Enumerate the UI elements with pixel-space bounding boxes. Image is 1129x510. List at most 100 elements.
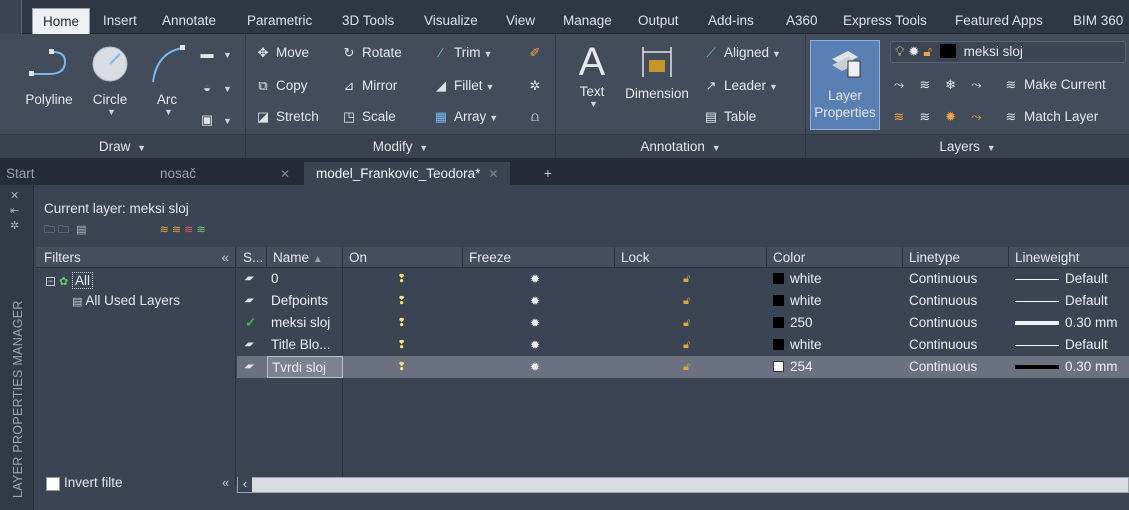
autohide-icon[interactable]: ⇤ bbox=[10, 204, 19, 219]
bulb-on-icon[interactable]: ❢ bbox=[397, 356, 417, 378]
collapse-filters-icon[interactable]: « bbox=[221, 247, 229, 268]
layer-dropdown[interactable]: 💡︎ ✹ 🔓︎ meksi sloj bbox=[890, 41, 1126, 63]
close-nosac-icon[interactable]: ✕ bbox=[272, 162, 290, 185]
make-current-button[interactable]: ≋ Make Current bbox=[1002, 75, 1106, 95]
new-property-filter-icon[interactable]: 🗀︎ bbox=[44, 224, 55, 236]
tab-nosac[interactable]: nosač bbox=[160, 162, 196, 185]
layer-lineweight[interactable]: Default bbox=[1015, 290, 1127, 312]
layer-name[interactable]: 0 bbox=[267, 268, 343, 290]
tab-model-frankovic-teodora[interactable]: model_Frankovic_Teodora* ✕ bbox=[304, 162, 511, 185]
tab-annotate[interactable]: Annotate bbox=[162, 8, 216, 34]
layer-color[interactable]: white bbox=[773, 334, 903, 356]
modify-panel-title[interactable]: Modify ▼ bbox=[246, 134, 555, 158]
layer-walk-icon[interactable]: ≋ bbox=[890, 108, 908, 126]
bulb-on-icon[interactable]: ❢ bbox=[397, 290, 417, 312]
array-button[interactable]: ▦ Array ▼ bbox=[432, 107, 498, 128]
tab-bim-360[interactable]: BIM 360 bbox=[1073, 8, 1123, 34]
fillet-button[interactable]: ◢ Fillet ▼ bbox=[432, 76, 494, 97]
layer-row[interactable]: ▰ Tvrdi sloj ❢ ✹ 🔓︎ 254 Continuous 0.30 mm bbox=[237, 356, 1129, 378]
layer-thaw-icon[interactable]: ✹ bbox=[942, 108, 960, 126]
scale-button[interactable]: ◳ Scale bbox=[340, 107, 396, 127]
unlock-icon[interactable]: 🔓︎ bbox=[683, 290, 703, 312]
new-group-filter-icon[interactable]: 🗀︎ bbox=[58, 224, 69, 236]
layer-unlock-icon[interactable]: ⤳ bbox=[967, 108, 985, 126]
circle-dropdown-icon[interactable]: ▼ bbox=[89, 107, 134, 117]
layer-color[interactable]: 254 bbox=[773, 356, 903, 378]
new-layer-icon[interactable]: ≋ bbox=[160, 224, 169, 236]
layer-name[interactable]: meksi sloj bbox=[267, 312, 343, 334]
tab-insert[interactable]: Insert bbox=[103, 8, 137, 34]
line-tool-button[interactable]: ▬ ▼ bbox=[198, 44, 232, 65]
close-icon[interactable]: ✕ bbox=[10, 189, 19, 204]
layer-linetype[interactable]: Continuous bbox=[909, 268, 1009, 290]
layer-linetype[interactable]: Continuous bbox=[909, 290, 1009, 312]
layer-previous-icon[interactable]: ≋ bbox=[916, 108, 934, 126]
explode-button[interactable]: ✲ bbox=[526, 76, 548, 96]
bulb-on-icon[interactable]: ❢ bbox=[397, 268, 417, 290]
layer-lineweight[interactable]: 0.30 mm bbox=[1015, 312, 1127, 334]
layer-color[interactable]: white bbox=[773, 268, 903, 290]
tab-home[interactable]: Home bbox=[32, 8, 91, 34]
layer-row[interactable]: ▰ Defpoints ❢ ✹ 🔓︎ white Continuous Default bbox=[237, 290, 1129, 312]
erase-button[interactable]: ✐ bbox=[526, 43, 548, 63]
close-tab-icon[interactable]: ✕ bbox=[488, 167, 498, 181]
scroll-left-icon[interactable]: ‹ bbox=[238, 476, 252, 492]
unlock-icon[interactable]: 🔓︎ bbox=[683, 334, 703, 356]
tab-featured-apps[interactable]: Featured Apps bbox=[955, 8, 1043, 34]
new-layer-frozen-icon[interactable]: ≋ bbox=[172, 224, 181, 236]
tab-parametric[interactable]: Parametric bbox=[247, 8, 312, 34]
unlock-icon[interactable]: 🔓︎ bbox=[683, 312, 703, 334]
layer-freeze-icon[interactable]: ❄ bbox=[942, 76, 960, 94]
bulb-on-icon[interactable]: ❢ bbox=[397, 312, 417, 334]
tab-a360[interactable]: A360 bbox=[786, 8, 818, 34]
col-color[interactable]: Color bbox=[767, 247, 903, 268]
aligned-button[interactable]: ⟋ Aligned ▼ bbox=[702, 43, 781, 64]
mirror-button[interactable]: ⊿ Mirror bbox=[340, 76, 398, 96]
arc-dropdown-icon[interactable]: ▼ bbox=[147, 107, 190, 117]
layer-lineweight[interactable]: 0.30 mm bbox=[1015, 356, 1127, 378]
layer-row[interactable]: ▰ Title Blo... ❢ ✹ 🔓︎ white Continuous Default bbox=[237, 334, 1129, 356]
layer-color[interactable]: 250 bbox=[773, 312, 903, 334]
collapse-tree-icon[interactable]: « bbox=[222, 475, 229, 490]
layer-linetype[interactable]: Continuous bbox=[909, 356, 1009, 378]
properties-icon[interactable]: ✲ bbox=[10, 219, 19, 234]
bulb-on-icon[interactable]: ❢ bbox=[397, 334, 417, 356]
layer-row[interactable]: ▰ 0 ❢ ✹ 🔓︎ white Continuous Default bbox=[237, 268, 1129, 290]
layer-lineweight[interactable]: Default bbox=[1015, 268, 1127, 290]
arc-button[interactable]: Arc ▼ bbox=[144, 44, 190, 117]
layer-linetype[interactable]: Continuous bbox=[909, 334, 1009, 356]
layer-name[interactable]: Tvrdi sloj bbox=[267, 356, 343, 378]
layer-name[interactable]: Title Blo... bbox=[267, 334, 343, 356]
layer-name[interactable]: Defpoints bbox=[267, 290, 343, 312]
trim-button[interactable]: ⁄ Trim ▼ bbox=[432, 43, 493, 64]
col-linetype[interactable]: Linetype bbox=[903, 247, 1009, 268]
col-status[interactable]: S... bbox=[237, 247, 267, 268]
layer-states-icon[interactable]: ▤ bbox=[76, 224, 86, 236]
move-button[interactable]: ✥ Move bbox=[254, 43, 309, 63]
tab-add-ins[interactable]: Add-ins bbox=[708, 8, 754, 34]
copy-button[interactable]: ⧉ Copy bbox=[254, 76, 307, 96]
delete-layer-icon[interactable]: ≋ bbox=[184, 224, 193, 236]
tab-view[interactable]: View bbox=[506, 8, 535, 34]
layer-linetype[interactable]: Continuous bbox=[909, 312, 1009, 334]
sun-icon[interactable]: ✹ bbox=[530, 312, 550, 334]
layers-panel-title[interactable]: Layers ▼ bbox=[806, 134, 1129, 158]
unlock-icon[interactable]: 🔓︎ bbox=[683, 356, 703, 378]
layer-lock-icon[interactable]: ⤳ bbox=[967, 76, 985, 94]
invert-filter-checkbox[interactable] bbox=[46, 477, 60, 491]
set-current-icon[interactable]: ≋ bbox=[196, 224, 205, 236]
stretch-button[interactable]: ◪ Stretch bbox=[254, 107, 319, 127]
rotate-button[interactable]: ↻ Rotate bbox=[340, 43, 402, 63]
layer-color[interactable]: white bbox=[773, 290, 903, 312]
circle-button[interactable]: Circle ▼ bbox=[86, 44, 134, 117]
layer-off-icon[interactable]: ≋ bbox=[916, 76, 934, 94]
tab-express-tools[interactable]: Express Tools bbox=[843, 8, 927, 34]
sun-icon[interactable]: ✹ bbox=[530, 268, 550, 290]
text-button[interactable]: A Text ▼ bbox=[568, 40, 616, 109]
tab-visualize[interactable]: Visualize bbox=[424, 8, 478, 34]
leader-button[interactable]: ↗ Leader ▼ bbox=[702, 76, 778, 97]
region-tool-button[interactable]: ▣ ▼ bbox=[198, 110, 232, 131]
unlock-icon[interactable]: 🔓︎ bbox=[683, 268, 703, 290]
dimension-button[interactable]: Dimension bbox=[618, 44, 696, 101]
col-lock[interactable]: Lock bbox=[615, 247, 767, 268]
